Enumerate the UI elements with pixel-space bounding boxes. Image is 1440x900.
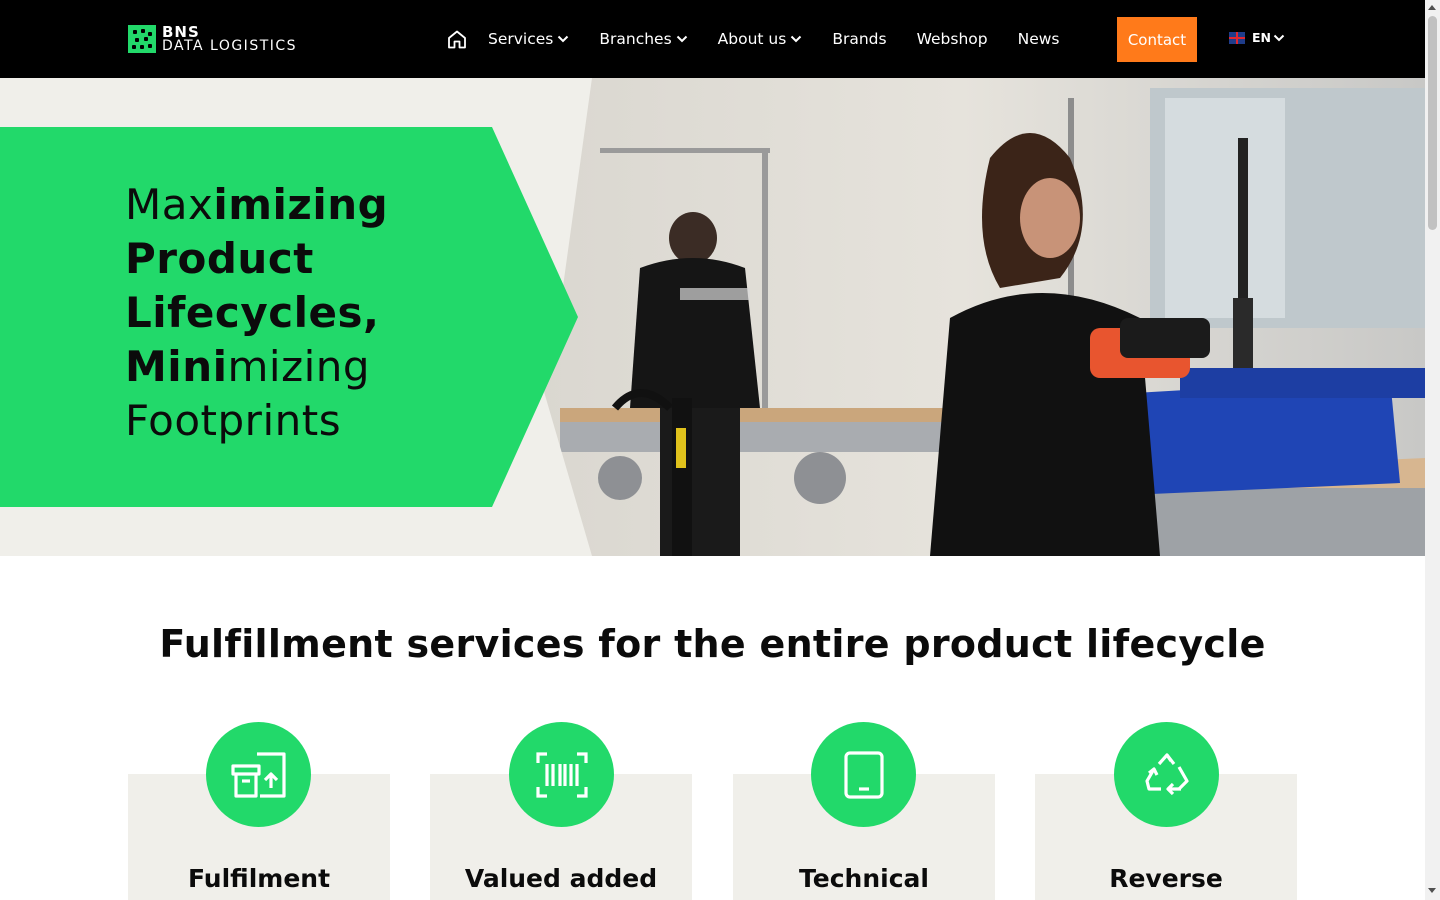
scroll-down-arrow-icon[interactable] [1428, 888, 1436, 893]
barcode-scan-icon[interactable] [509, 722, 614, 827]
nav-about-us[interactable]: About us [718, 30, 803, 48]
recycle-icon[interactable] [1114, 722, 1219, 827]
logo-line2: DATA LOGISTICS [162, 38, 298, 54]
tablet-icon[interactable] [811, 722, 916, 827]
main-nav: Services Branches About us Brands Websho… [446, 0, 1089, 78]
brand-logo[interactable]: BNS DATA LOGISTICS [128, 25, 297, 53]
chevron-down-icon [558, 35, 569, 43]
nav-news[interactable]: News [1018, 30, 1060, 48]
language-label: EN [1252, 30, 1272, 45]
service-card-title: Valued added [464, 864, 658, 893]
nav-services[interactable]: Services [488, 30, 569, 48]
services-heading: Fulfillment services for the entire prod… [159, 622, 1266, 666]
nav-brands-label: Brands [832, 30, 887, 48]
nav-webshop[interactable]: Webshop [917, 30, 988, 48]
logo-line1: BNS [162, 23, 200, 41]
nav-services-label: Services [488, 30, 554, 48]
page: BNS DATA LOGISTICS Services Branches Abo… [0, 0, 1425, 900]
language-selector[interactable]: EN [1229, 30, 1285, 45]
nav-branches-label: Branches [599, 30, 672, 48]
hero-line4-bold: Mini [125, 342, 228, 391]
uk-flag-icon [1229, 31, 1245, 44]
nav-news-label: News [1017, 30, 1060, 48]
site-header: BNS DATA LOGISTICS Services Branches Abo… [0, 0, 1425, 78]
nav-brands[interactable]: Brands [832, 30, 886, 48]
hero-line4-light: mizing [227, 342, 371, 391]
hero-line5: Footprints [125, 396, 342, 445]
service-card-title: Technical [799, 864, 929, 893]
hero-line1-light: Max [125, 180, 214, 229]
chevron-down-icon [676, 35, 687, 43]
service-card-title: Reverse [1109, 864, 1223, 893]
logo-mark-icon [128, 25, 156, 53]
hero-headline: Maximizing Product Lifecycles, Minimizin… [125, 178, 388, 448]
page-scrollbar[interactable] [1425, 0, 1440, 900]
nav-branches[interactable]: Branches [599, 30, 687, 48]
chevron-down-icon [791, 35, 802, 43]
box-upload-icon[interactable] [206, 722, 311, 827]
scroll-up-arrow-icon[interactable] [1428, 5, 1436, 10]
nav-about-us-label: About us [717, 30, 787, 48]
hero-line2: Product [125, 234, 314, 283]
home-icon[interactable] [446, 28, 468, 50]
contact-button[interactable]: Contact [1117, 17, 1197, 62]
scrollbar-thumb[interactable] [1428, 16, 1437, 230]
hero-banner: Maximizing Product Lifecycles, Minimizin… [0, 78, 1425, 556]
service-card-title: Fulfilment [187, 864, 331, 893]
hero-line1-bold: imizing [213, 180, 389, 229]
nav-webshop-label: Webshop [916, 30, 988, 48]
hero-line3: Lifecycles, [125, 288, 380, 337]
chevron-down-icon [1273, 34, 1285, 41]
